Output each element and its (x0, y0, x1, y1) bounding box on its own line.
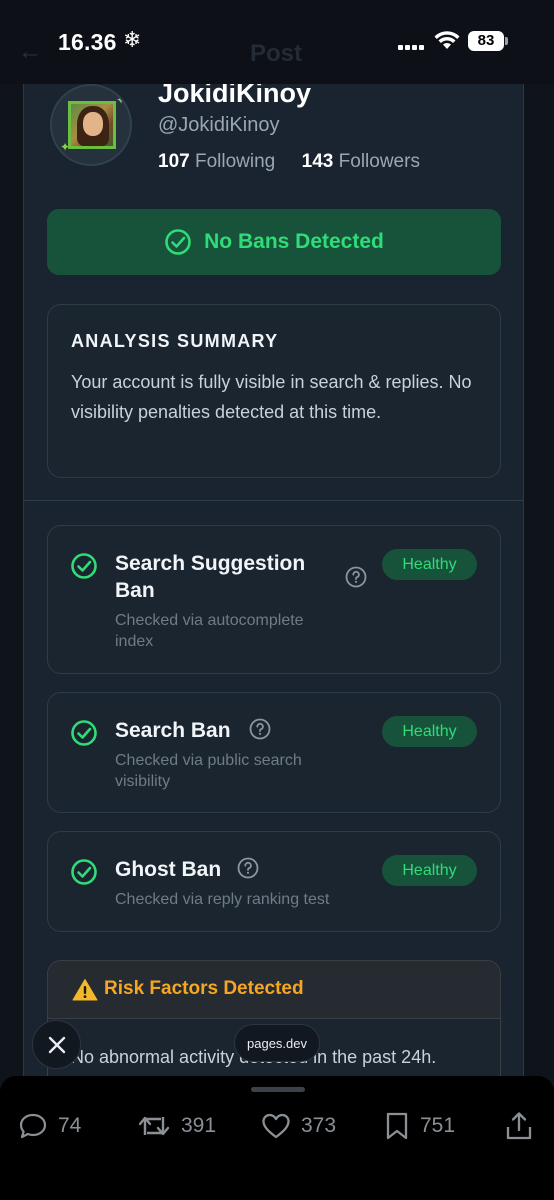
reply-count: 74 (58, 1114, 82, 1137)
share-button[interactable] (505, 1111, 533, 1141)
status-badge: Healthy (382, 549, 477, 580)
check-ghost-ban: Ghost Ban Healthy Checked via reply rank… (47, 831, 501, 932)
cellular-signal-icon (398, 38, 426, 50)
reply-icon (19, 1113, 47, 1139)
bookmark-button[interactable]: 751 (384, 1111, 455, 1141)
help-circle-icon[interactable] (345, 566, 367, 588)
header-title: Post (250, 40, 303, 67)
result-banner: No Bans Detected (47, 209, 501, 275)
check-circle-icon (165, 229, 191, 255)
check-search-ban: Search Ban Healthy Checked via public se… (47, 692, 501, 813)
check-subtitle-line2: visibility (115, 773, 171, 790)
battery-indicator: 83 (468, 31, 504, 51)
help-circle-icon[interactable] (249, 718, 271, 740)
avatar-image (68, 101, 116, 149)
followers-label: Followers (338, 151, 420, 172)
check-title: Search Ban (115, 719, 231, 742)
reply-button[interactable]: 74 (18, 1111, 81, 1141)
username-handle: @JokidiKinoy (158, 114, 280, 136)
check-search-suggestion-ban: Search Suggestion Ban Healthy Checked vi… (47, 525, 501, 674)
check-circle-icon (71, 553, 97, 579)
check-title: Search Suggestion (115, 552, 306, 575)
status-bar: ← Post 16.36 ❄ 83 (0, 0, 554, 84)
back-arrow-icon[interactable]: ← (18, 38, 42, 66)
repost-count: 391 (181, 1114, 217, 1137)
status-badge: Healthy (382, 716, 477, 747)
close-button[interactable] (32, 1020, 81, 1069)
check-subtitle-line2: index (115, 633, 154, 650)
wifi-icon (434, 31, 460, 49)
risk-title: Risk Factors Detected (104, 978, 304, 999)
domain-pill[interactable]: pages.dev (234, 1024, 320, 1062)
follow-stats: 107 Following 143 Followers (158, 151, 420, 173)
following-count: 107 (158, 151, 190, 172)
display-name: JokidiKinoy (158, 84, 312, 108)
avatar: ✦ ✦ (50, 84, 132, 166)
risk-header: Risk Factors Detected (48, 961, 500, 1019)
snowflake-icon: ❄ (123, 27, 142, 52)
help-circle-icon[interactable] (237, 857, 259, 879)
divider (24, 500, 523, 501)
check-title-line2: Ban (115, 579, 155, 602)
summary-text: Your account is fully visible in search … (71, 372, 472, 422)
result-banner-text: No Bans Detected (204, 230, 384, 253)
close-icon (48, 1036, 65, 1053)
analysis-summary: ANALYSIS SUMMARY Your account is fully v… (47, 304, 501, 478)
warning-icon (72, 979, 98, 1001)
check-subtitle: Checked via public search (115, 752, 302, 769)
following-label: Following (194, 151, 276, 172)
repost-icon (138, 1116, 170, 1136)
heart-icon (262, 1113, 290, 1139)
sparkle-icon: ✦ (116, 93, 127, 107)
check-circle-icon (71, 859, 97, 885)
followers-count: 143 (301, 151, 334, 172)
check-subtitle: Checked via reply ranking test (115, 891, 330, 908)
check-circle-icon (71, 720, 97, 746)
sheet-grabber[interactable] (251, 1087, 305, 1092)
bookmark-icon (386, 1112, 408, 1140)
like-count: 373 (301, 1114, 337, 1137)
status-time: 16.36 (58, 29, 117, 55)
check-subtitle: Checked via autocomplete (115, 612, 304, 629)
share-icon (506, 1112, 532, 1140)
repost-button[interactable]: 391 (137, 1111, 216, 1141)
summary-title: ANALYSIS SUMMARY (71, 331, 279, 351)
status-badge: Healthy (382, 855, 477, 886)
like-button[interactable]: 373 (261, 1111, 336, 1141)
battery-nub (505, 37, 508, 45)
bookmark-count: 751 (420, 1114, 456, 1137)
sparkle-icon: ✦ (60, 140, 71, 154)
check-title: Ghost Ban (115, 858, 222, 881)
